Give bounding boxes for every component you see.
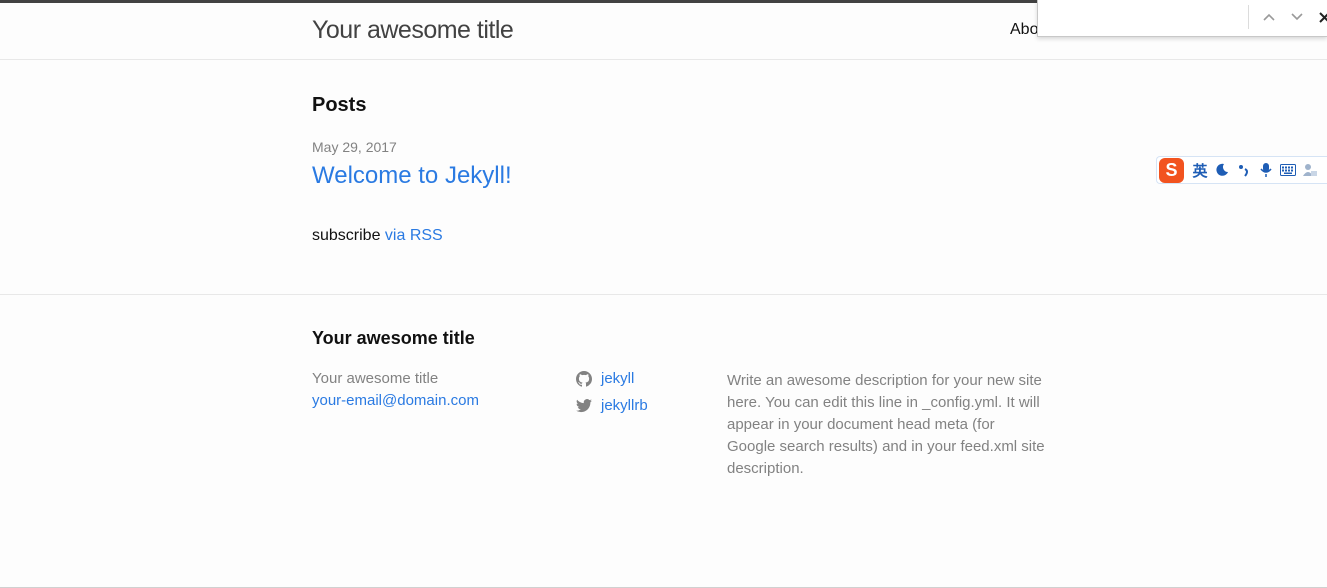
find-input[interactable] <box>1042 4 1242 30</box>
subscribe-text: subscribe <box>312 227 385 244</box>
footer-heading: Your awesome title <box>312 328 475 348</box>
find-bar <box>1037 0 1327 37</box>
keyboard-icon[interactable] <box>1277 159 1299 181</box>
rss-subscribe: subscribe via RSS <box>312 227 443 245</box>
site-footer: Your awesome title Your awesome title yo… <box>0 294 1327 588</box>
github-icon <box>576 370 592 387</box>
github-username: jekyll <box>601 370 635 387</box>
find-divider <box>1248 5 1249 29</box>
punctuation-icon[interactable] <box>1233 159 1255 181</box>
site-title[interactable]: Your awesome title <box>312 16 514 45</box>
ime-logo[interactable]: S <box>1159 157 1184 183</box>
twitter-username: jekyllrb <box>601 397 648 414</box>
contact-email-link[interactable]: your-email@domain.com <box>312 392 479 409</box>
moon-icon[interactable] <box>1211 159 1233 181</box>
rss-link[interactable]: via RSS <box>385 227 443 244</box>
github-link[interactable]: jekyll <box>576 370 634 387</box>
ime-mode-toggle[interactable]: 英 <box>1189 159 1211 181</box>
contact-name: Your awesome title <box>312 370 439 387</box>
microphone-icon[interactable] <box>1255 159 1277 181</box>
chevron-down-icon[interactable] <box>1288 8 1306 26</box>
post-date: May 29, 2017 <box>312 139 397 155</box>
user-icon[interactable] <box>1299 159 1321 181</box>
twitter-icon <box>576 398 592 412</box>
post-link[interactable]: Welcome to Jekyll! <box>312 162 512 190</box>
twitter-link[interactable]: jekyllrb <box>576 397 648 414</box>
site-description: Write an awesome description for your ne… <box>727 372 1045 477</box>
close-icon[interactable] <box>1315 8 1327 26</box>
chevron-up-icon[interactable] <box>1260 8 1278 26</box>
nav-link-about[interactable]: Abo <box>1010 21 1038 39</box>
ime-toolbar: S 英 <box>1156 156 1327 184</box>
post-list-heading: Posts <box>312 94 367 116</box>
